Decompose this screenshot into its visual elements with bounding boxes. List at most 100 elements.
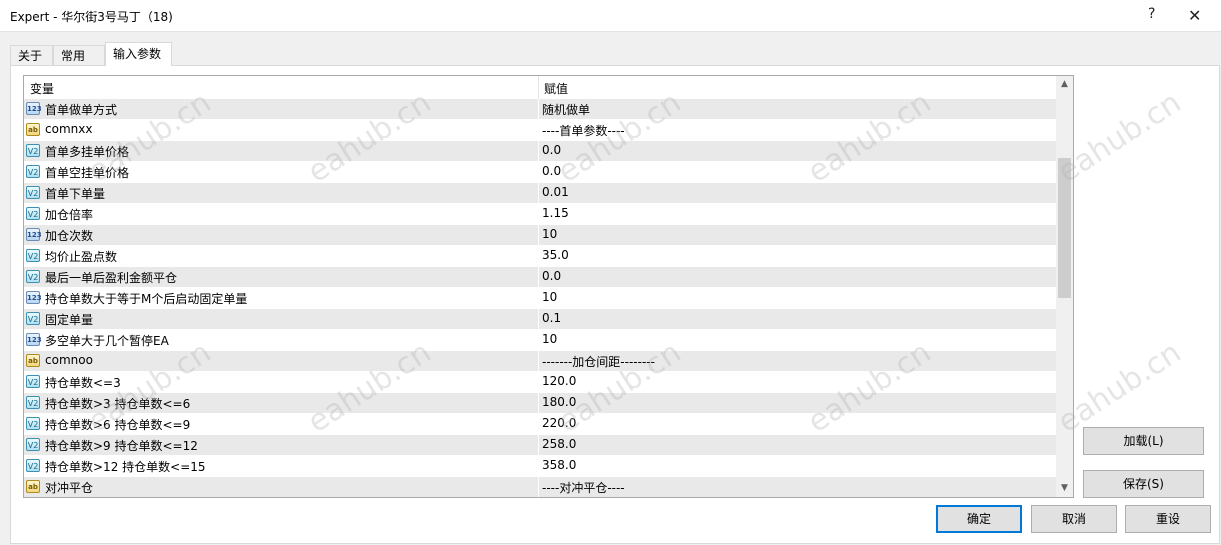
grid-rows: 123 首单做单方式 随机做单 ab comnxx ----首单参数---- V2 首单多挂单… [24, 99, 1056, 497]
param-value[interactable]: ----对冲平仓---- [542, 479, 625, 496]
param-value[interactable]: 0.01 [542, 185, 569, 199]
help-icon[interactable]: ? [1148, 6, 1155, 22]
table-row[interactable]: V2 持仓单数>12 持仓单数<=15 358.0 [24, 456, 1056, 477]
param-name: 持仓单数>3 持仓单数<=6 [45, 397, 191, 411]
cell-divider [538, 183, 539, 204]
cell-divider [538, 330, 539, 351]
param-name: 加仓次数 [45, 229, 94, 243]
param-value[interactable]: 220.0 [542, 416, 576, 430]
param-value[interactable]: 10 [542, 290, 557, 304]
table-row[interactable]: V2 持仓单数>3 持仓单数<=6 180.0 [24, 393, 1056, 414]
cell-divider [538, 351, 539, 372]
vertical-scrollbar[interactable]: ▲ ▼ [1056, 76, 1073, 497]
param-value[interactable]: 0.0 [542, 269, 561, 283]
double-type-icon: V2 [26, 438, 40, 451]
param-name: 首单空挂单价格 [45, 166, 130, 180]
table-row[interactable]: V2 加仓倍率 1.15 [24, 204, 1056, 225]
header-value[interactable]: 赋值 [544, 80, 568, 97]
tab-inputs[interactable]: 输入参数 [105, 42, 172, 66]
tab-about[interactable]: 关于 [10, 45, 53, 65]
param-value[interactable]: 10 [542, 227, 557, 241]
table-row[interactable]: 123 加仓次数 10 [24, 225, 1056, 246]
parameters-grid: 变量 赋值 123 首单做单方式 随机做单 ab comnxx ----首单参数---- V… [23, 75, 1074, 498]
table-row[interactable]: 123 多空单大于几个暂停EA 10 [24, 330, 1056, 351]
table-row[interactable]: ab comnxx ----首单参数---- [24, 120, 1056, 141]
param-value[interactable]: 10 [542, 332, 557, 346]
cell-divider [538, 372, 539, 393]
reset-button[interactable]: 重设 [1125, 505, 1211, 533]
param-name: 均价止盈点数 [45, 250, 118, 264]
param-value[interactable]: 随机做单 [542, 101, 590, 118]
param-value[interactable]: 0.0 [542, 164, 561, 178]
close-icon[interactable]: ✕ [1188, 6, 1201, 25]
table-row[interactable]: V2 首单下单量 0.01 [24, 183, 1056, 204]
param-name: 持仓单数>9 持仓单数<=12 [45, 439, 198, 453]
param-name: 持仓单数>12 持仓单数<=15 [45, 460, 206, 474]
cell-divider [538, 225, 539, 246]
cell-divider [538, 141, 539, 162]
param-value[interactable]: 35.0 [542, 248, 569, 262]
table-row[interactable]: ab comnoo -------加仓间距-------- [24, 351, 1056, 372]
cell-divider [538, 246, 539, 267]
cell-divider [538, 162, 539, 183]
table-row[interactable]: V2 首单多挂单价格 0.0 [24, 141, 1056, 162]
scroll-thumb[interactable] [1058, 158, 1071, 298]
header-variable[interactable]: 变量 [30, 80, 54, 97]
title-bar: Expert - 华尔街3号马丁（18) ? ✕ [0, 0, 1221, 31]
param-value[interactable]: -------加仓间距-------- [542, 353, 655, 370]
param-name: 持仓单数>6 持仓单数<=9 [45, 418, 191, 432]
table-row[interactable]: 123 首单做单方式 随机做单 [24, 99, 1056, 120]
load-button[interactable]: 加载(L) [1083, 427, 1204, 455]
table-row[interactable]: V2 持仓单数<=3 120.0 [24, 372, 1056, 393]
cell-divider [538, 99, 539, 120]
param-name: 首单做单方式 [45, 103, 118, 117]
integer-type-icon: 123 [26, 102, 42, 115]
param-value[interactable]: 0.0 [542, 143, 561, 157]
param-value[interactable]: 120.0 [542, 374, 576, 388]
table-row[interactable]: V2 最后一单后盈利金额平仓 0.0 [24, 267, 1056, 288]
param-value[interactable]: 358.0 [542, 458, 576, 472]
double-type-icon: V2 [26, 312, 40, 325]
cell-divider [538, 267, 539, 288]
table-row[interactable]: 123 持仓单数大于等于M个后启动固定单量 10 [24, 288, 1056, 309]
ok-button[interactable]: 确定 [936, 505, 1022, 533]
column-divider[interactable] [538, 76, 539, 99]
window-title: Expert - 华尔街3号马丁（18) [10, 10, 173, 24]
param-name: 持仓单数大于等于M个后启动固定单量 [45, 292, 248, 306]
param-value[interactable]: 0.1 [542, 311, 561, 325]
cancel-button[interactable]: 取消 [1031, 505, 1117, 533]
param-name: 持仓单数<=3 [45, 376, 121, 390]
scroll-up-icon[interactable]: ▲ [1056, 76, 1073, 93]
param-value[interactable]: 258.0 [542, 437, 576, 451]
table-row[interactable]: ab 对冲平仓 ----对冲平仓---- [24, 477, 1056, 497]
param-value[interactable]: 180.0 [542, 395, 576, 409]
scroll-down-icon[interactable]: ▼ [1056, 480, 1073, 497]
param-value[interactable]: ----首单参数---- [542, 122, 625, 139]
param-name: 固定单量 [45, 313, 94, 327]
table-row[interactable]: V2 均价止盈点数 35.0 [24, 246, 1056, 267]
param-value[interactable]: 1.15 [542, 206, 569, 220]
table-row[interactable]: V2 首单空挂单价格 0.0 [24, 162, 1056, 183]
tab-common[interactable]: 常用 [53, 45, 105, 65]
cell-divider [538, 309, 539, 330]
table-row[interactable]: V2 固定单量 0.1 [24, 309, 1056, 330]
double-type-icon: V2 [26, 144, 40, 157]
double-type-icon: V2 [26, 459, 40, 472]
cell-divider [538, 288, 539, 309]
double-type-icon: V2 [26, 417, 40, 430]
cell-divider [538, 477, 539, 497]
param-name: 首单多挂单价格 [45, 145, 130, 159]
table-row[interactable]: V2 持仓单数>6 持仓单数<=9 220.0 [24, 414, 1056, 435]
cell-divider [538, 435, 539, 456]
double-type-icon: V2 [26, 207, 40, 220]
cell-divider [538, 204, 539, 225]
param-name: comnoo [45, 353, 93, 367]
double-type-icon: V2 [26, 186, 40, 199]
integer-type-icon: 123 [26, 333, 42, 346]
param-name: 最后一单后盈利金额平仓 [45, 271, 178, 285]
table-row[interactable]: V2 持仓单数>9 持仓单数<=12 258.0 [24, 435, 1056, 456]
param-name: 首单下单量 [45, 187, 106, 201]
grid-header: 变量 赋值 [24, 76, 1056, 100]
string-type-icon: ab [26, 480, 40, 493]
save-button[interactable]: 保存(S) [1083, 470, 1204, 498]
